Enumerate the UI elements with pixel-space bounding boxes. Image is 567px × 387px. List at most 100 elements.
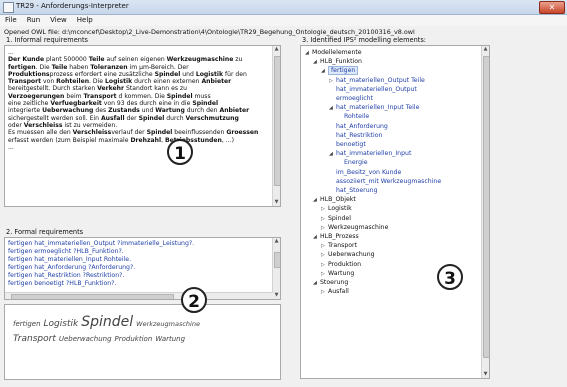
formal-requirement-item[interactable]: fertigen hat_immateriellen_Output ?immat… bbox=[8, 240, 270, 248]
scroll-thumb[interactable] bbox=[274, 252, 280, 268]
scroll-down-icon[interactable]: ▼ bbox=[273, 292, 280, 299]
formal-requirements-list[interactable]: fertigen hat_immateriellen_Output ?immat… bbox=[4, 237, 281, 300]
tree-node[interactable]: ◢ Stoerung bbox=[313, 279, 348, 287]
keyword: Verfuegbarkeit bbox=[50, 100, 102, 108]
scroll-thumb[interactable] bbox=[483, 56, 489, 358]
tree-node[interactable]: hat_Anforderung bbox=[329, 123, 388, 131]
tree-node[interactable]: hat_immateriellen_Output bbox=[329, 86, 417, 94]
window-title: TR29 - Anforderungs-Interpreter bbox=[16, 2, 129, 10]
tag-cloud-word[interactable]: Wartung bbox=[155, 335, 185, 343]
text-run: auf seinen eigenen bbox=[104, 56, 167, 64]
expanded-arrow-icon[interactable]: ◢ bbox=[313, 196, 320, 204]
tree-node[interactable]: ▷ Transport bbox=[321, 242, 357, 250]
collapsed-arrow-icon[interactable]: ▷ bbox=[321, 205, 328, 213]
menu-help[interactable]: Help bbox=[77, 15, 93, 26]
menu-run[interactable]: Run bbox=[27, 15, 40, 26]
formal-requirement-item[interactable]: fertigen hat_materiellen_Input Rohteile. bbox=[8, 256, 270, 264]
tag-cloud-word[interactable]: fertigen bbox=[13, 320, 41, 328]
formal-scrollbar[interactable]: ▲ ▼ bbox=[272, 238, 280, 299]
tree-node[interactable]: im_Besitz_von Kunde bbox=[329, 169, 401, 177]
formal-requirement-item[interactable]: fertigen benoetigt ?HLB_Funktion?. bbox=[8, 280, 270, 288]
tree-node[interactable]: ◢ hat_materiellen_Input Teile bbox=[329, 104, 419, 112]
expanded-arrow-icon[interactable]: ◢ bbox=[329, 104, 336, 112]
text-run: und bbox=[180, 70, 196, 78]
scroll-up-icon[interactable]: ▲ bbox=[273, 46, 280, 53]
keyword: Spindel bbox=[154, 70, 181, 78]
formal-requirement-item[interactable]: fertigen hat_Restriktion ?Restriktion?. bbox=[8, 272, 270, 280]
collapsed-arrow-icon[interactable]: ▷ bbox=[321, 224, 328, 232]
expanded-arrow-icon[interactable]: ◢ bbox=[313, 233, 320, 241]
expanded-arrow-icon[interactable]: ◢ bbox=[313, 58, 320, 66]
expanded-arrow-icon[interactable]: ◢ bbox=[321, 67, 328, 75]
collapsed-arrow-icon[interactable]: ▷ bbox=[321, 288, 328, 296]
formal-hscrollbar[interactable] bbox=[5, 292, 273, 299]
tree-node[interactable]: ▷ Ausfall bbox=[321, 288, 349, 296]
tree-node[interactable]: ▷ Ueberwachung bbox=[321, 251, 375, 259]
tree-node[interactable]: ▷ Produktion bbox=[321, 261, 361, 269]
tree-node[interactable]: ◢ Modellelemente bbox=[305, 49, 362, 57]
scroll-up-icon[interactable]: ▲ bbox=[482, 46, 489, 53]
collapsed-arrow-icon[interactable]: ▷ bbox=[321, 251, 328, 259]
formal-requirement-item[interactable]: fertigen ermoeglicht ?HLB_Funktion?. bbox=[8, 248, 270, 256]
tree-node[interactable]: ▷ Wartung bbox=[321, 270, 354, 278]
menu-file[interactable]: File bbox=[5, 15, 17, 26]
formal-requirements-label: 2. Formal requirements bbox=[6, 228, 84, 236]
text-run: der bbox=[124, 114, 139, 122]
informal-scrollbar[interactable]: ▲ ▼ bbox=[272, 46, 280, 206]
informal-requirements-textarea[interactable]: ... Der Kunde plant 500000 Teile auf sein… bbox=[4, 45, 281, 207]
tree-node[interactable]: Rohteile bbox=[337, 113, 369, 121]
text-run: oder bbox=[8, 121, 24, 129]
requirement-line: Es muessen alle den Verschleissverlauf d… bbox=[8, 129, 270, 136]
menu-view[interactable]: View bbox=[50, 15, 67, 26]
tree-node[interactable]: ◢ HLB_Objekt bbox=[313, 196, 356, 204]
tag-cloud-word[interactable]: Spindel bbox=[81, 314, 133, 330]
keyword: Anbieter bbox=[201, 78, 232, 86]
tag-cloud-word[interactable]: Ueberwachung bbox=[59, 335, 112, 343]
tag-cloud-word[interactable]: Transport bbox=[13, 334, 56, 344]
formal-requirement-item[interactable]: fertigen hat_Anforderung ?Anforderung?. bbox=[8, 264, 270, 272]
tree-node[interactable]: ermoeglicht bbox=[329, 95, 373, 103]
tree-node[interactable]: Energie bbox=[337, 159, 368, 167]
tree-node[interactable]: assoziiert_mit Werkzeugmaschine bbox=[329, 178, 441, 186]
tree-node-label: HLB_Objekt bbox=[320, 196, 356, 204]
scroll-down-icon[interactable]: ▼ bbox=[273, 199, 280, 206]
tree-node[interactable]: hat_Restriktion bbox=[329, 132, 382, 140]
keyword: Verschmutzung bbox=[185, 114, 239, 122]
tree-node-label: Modellelemente bbox=[312, 49, 362, 56]
menu-bar: File Run View Help bbox=[0, 15, 567, 26]
collapsed-arrow-icon[interactable]: ▷ bbox=[321, 270, 328, 278]
tree-node[interactable]: benoetigt bbox=[329, 141, 366, 149]
collapsed-arrow-icon[interactable]: ▷ bbox=[329, 77, 336, 85]
close-button[interactable]: ✕ bbox=[539, 1, 565, 14]
expanded-arrow-icon[interactable]: ◢ bbox=[329, 150, 336, 158]
tree-node-label: fertigen bbox=[328, 66, 359, 76]
expanded-arrow-icon[interactable]: ◢ bbox=[313, 279, 320, 287]
tag-cloud-word[interactable]: Werkzeugmaschine bbox=[136, 320, 200, 328]
scroll-down-icon[interactable]: ▼ bbox=[482, 371, 489, 378]
collapsed-arrow-icon[interactable]: ▷ bbox=[321, 215, 328, 223]
tree-node[interactable]: ◢ HLB_Prozess bbox=[313, 233, 359, 241]
requirement-line: sichergestellt werden soll. Ein Ausfall … bbox=[8, 115, 270, 122]
scroll-thumb[interactable] bbox=[274, 56, 280, 186]
scroll-up-icon[interactable]: ▲ bbox=[273, 238, 280, 245]
tree-node[interactable]: ▷ Spindel bbox=[321, 215, 351, 223]
tree-node[interactable]: ◢ fertigen bbox=[321, 66, 359, 76]
tree-node[interactable]: ◢ HLB_Funktion bbox=[313, 58, 362, 66]
expanded-arrow-icon[interactable]: ◢ bbox=[305, 49, 312, 57]
tag-cloud-word[interactable]: Produktion bbox=[115, 335, 153, 343]
tree-scrollbar[interactable]: ▲ ▼ bbox=[481, 46, 489, 378]
hscroll-thumb[interactable] bbox=[11, 294, 174, 299]
collapsed-arrow-icon[interactable]: ▷ bbox=[321, 242, 328, 250]
tree-node[interactable]: hat_Stoerung bbox=[329, 187, 378, 195]
tree-node[interactable]: ▷ Logistik bbox=[321, 205, 352, 213]
tree-node[interactable]: ▷ hat_materiellen_Output Teile bbox=[329, 77, 425, 85]
text-run: für den bbox=[223, 70, 247, 78]
tree-node-label: hat_Anforderung bbox=[336, 122, 388, 130]
keyword: Spindel bbox=[138, 114, 165, 122]
tree-node[interactable]: ◢ hat_immateriellen_Input bbox=[329, 150, 411, 158]
collapsed-arrow-icon[interactable]: ▷ bbox=[321, 261, 328, 269]
tag-cloud-word[interactable]: Logistik bbox=[44, 319, 79, 329]
identified-elements-tree[interactable]: ◢ Modellelemente ◢ HLB_Funktion ◢ fertigen ▷ ha… bbox=[300, 45, 490, 379]
tree-node[interactable]: ▷ Werkzeugmaschine bbox=[321, 224, 388, 232]
keyword: Spindel bbox=[166, 92, 193, 100]
